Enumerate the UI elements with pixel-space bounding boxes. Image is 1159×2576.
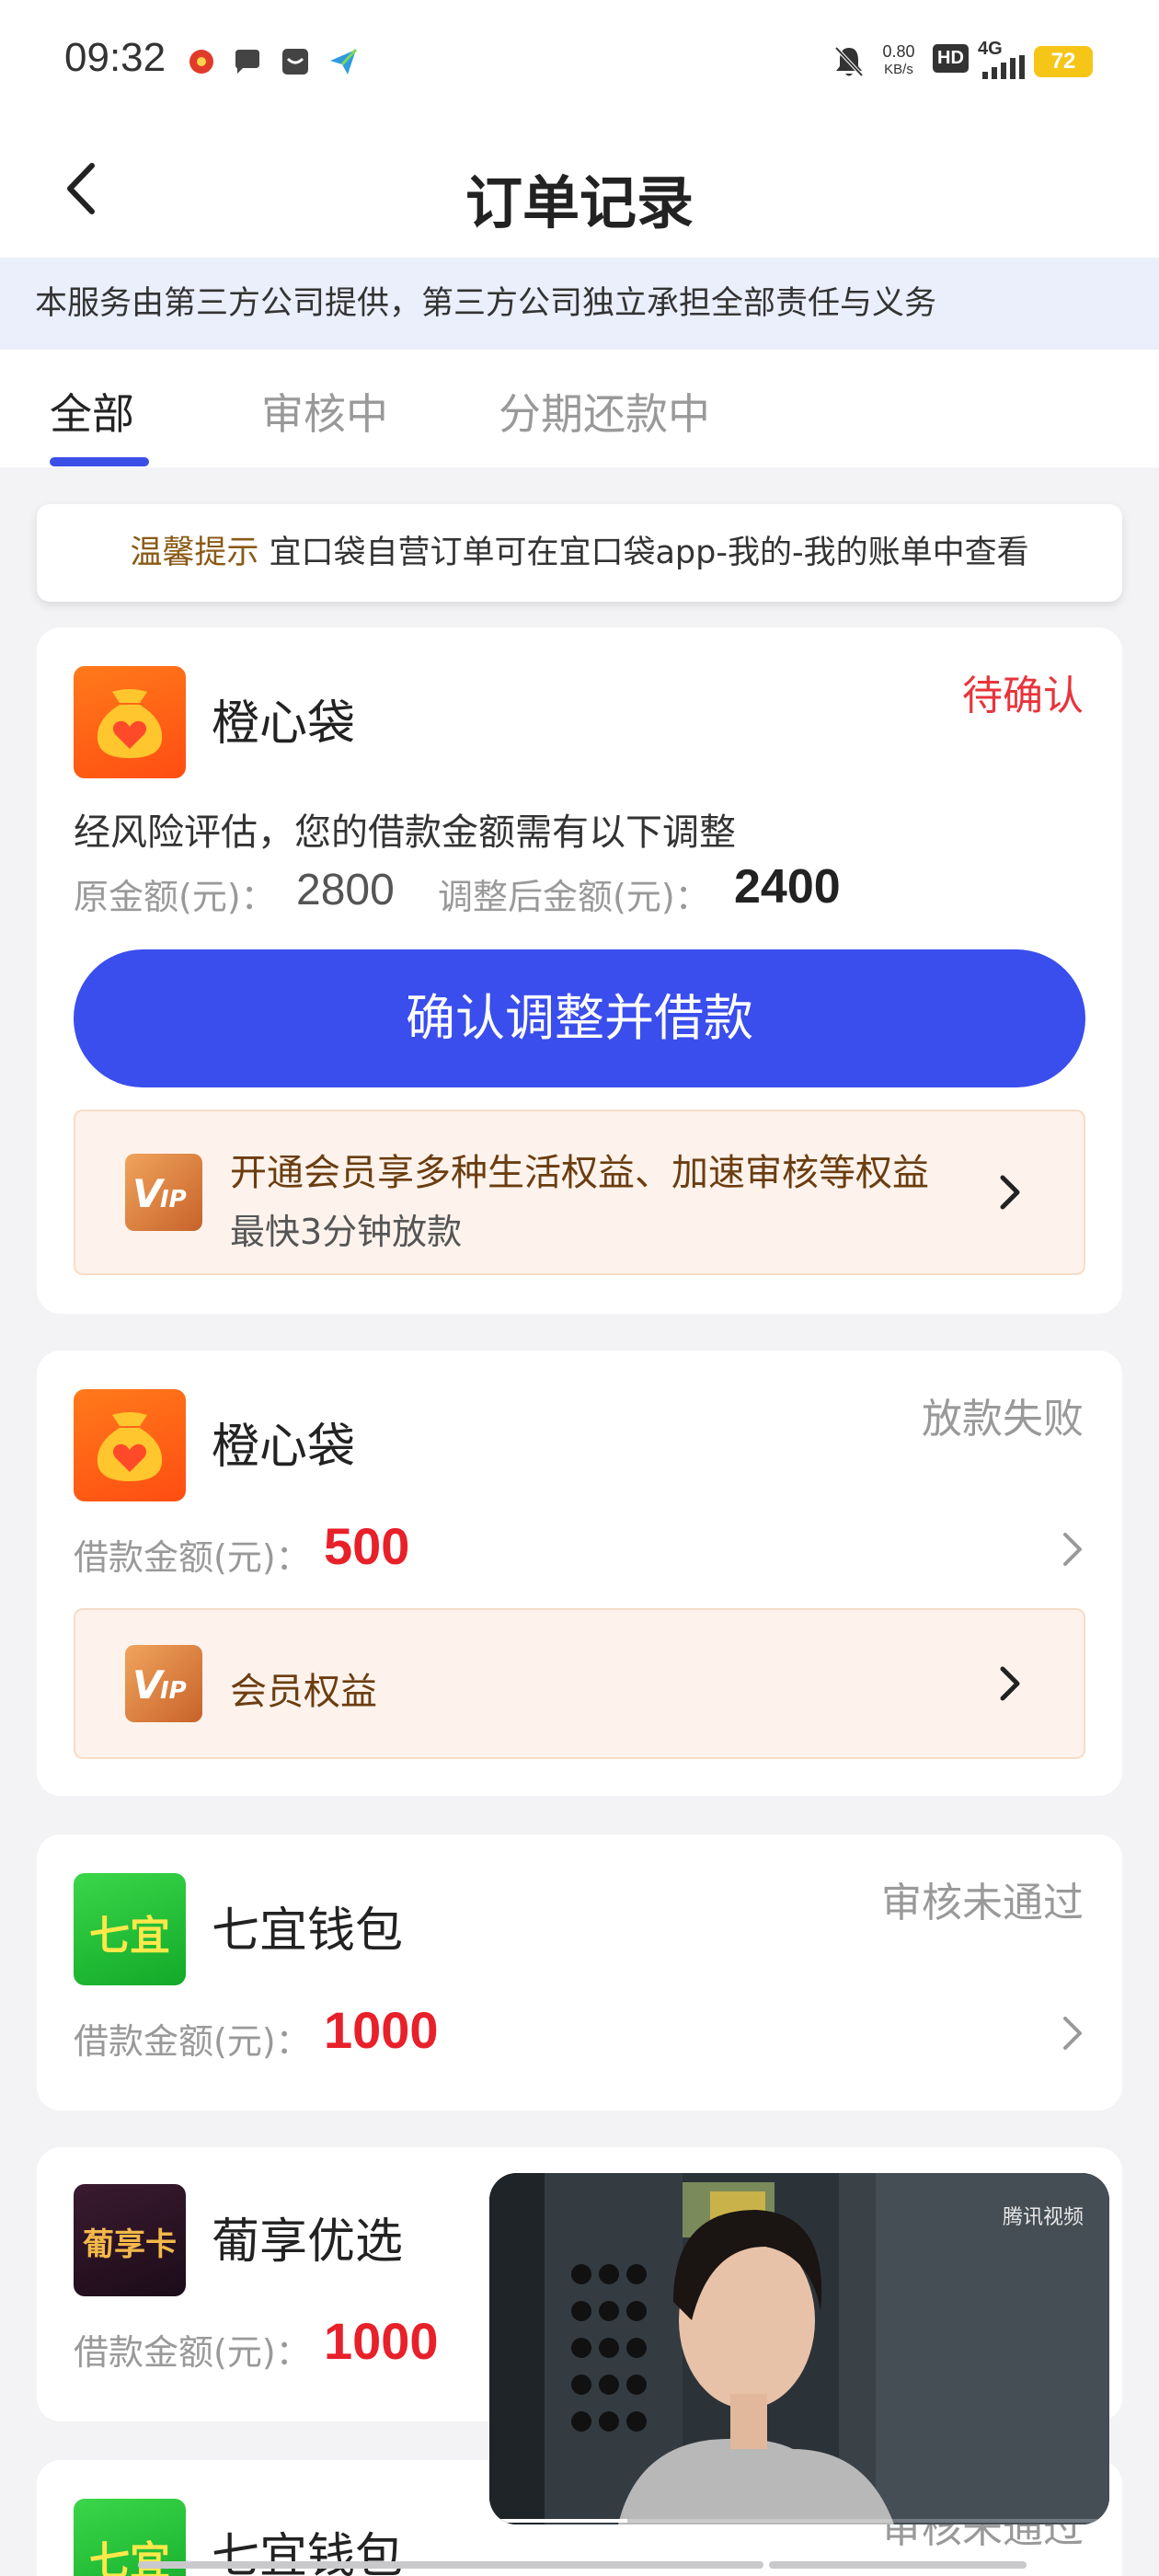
mute-bell-icon	[834, 46, 864, 77]
tab-all[interactable]: 全部	[50, 381, 134, 442]
chevron-right-icon[interactable]	[1058, 1529, 1085, 1570]
video-watermark: 腾讯视频	[1002, 2206, 1084, 2229]
page-title: 订单记录	[465, 169, 694, 236]
order-card[interactable]: 七宜 七宜钱包 审核未通过 借款金额(元)： 1000	[37, 1834, 1122, 2110]
inbox-icon	[282, 49, 308, 75]
order-status: 审核未通过	[881, 1880, 1084, 1926]
adjusted-amount-label: 调整后金额(元)：	[438, 877, 710, 917]
active-tab-indicator	[50, 457, 149, 466]
vip-title: 会员权益	[230, 1671, 377, 1713]
loan-amount-label: 借款金额(元)：	[74, 2332, 311, 2373]
gesture-bar	[138, 2561, 763, 2569]
net-speed: 0.80 KB/s	[878, 42, 919, 79]
floating-video-player[interactable]: 腾讯视频	[489, 2173, 1109, 2524]
message-icon	[235, 50, 259, 74]
status-bar: 09:32 0.80 KB/s HD 4G 72	[0, 0, 1159, 120]
adjusted-amount: 2400	[734, 860, 841, 914]
video-progress-fill	[489, 2519, 627, 2523]
gesture-bar	[769, 2561, 1027, 2569]
net-speed-value: 0.80	[882, 42, 915, 61]
order-status: 待确认	[962, 673, 1084, 719]
page-header: 订单记录	[0, 120, 1159, 258]
tip-banner: 温馨提示 宜口袋自营订单可在宜口袋app-我的-我的账单中查看	[37, 504, 1122, 602]
order-status: 放款失败	[922, 1396, 1084, 1443]
hd-badge: HD	[933, 44, 969, 73]
tip-text: 宜口袋自营订单可在宜口袋app-我的-我的账单中查看	[258, 535, 1029, 571]
loan-amount: 500	[324, 1517, 410, 1575]
vip-icon: V IP	[125, 1154, 202, 1231]
chevron-right-icon	[1000, 1666, 1020, 1701]
order-tabs: 全部 审核中 分期还款中	[0, 350, 1159, 467]
order-card: 橙心袋 待确认 经风险评估，您的借款金额需有以下调整 原金额(元)： 2800 …	[37, 627, 1122, 1314]
battery-indicator: 72	[1034, 46, 1093, 77]
brand-name: 橙心袋	[212, 1420, 356, 1475]
send-app-icon	[330, 48, 358, 75]
tab-installment[interactable]: 分期还款中	[499, 381, 710, 442]
loan-amount-label: 借款金额(元)：	[74, 1537, 311, 1578]
original-amount: 2800	[296, 866, 395, 914]
money-bag-icon	[97, 689, 163, 758]
vip-title: 开通会员享多种生活权益、加速审核等权益	[230, 1152, 929, 1194]
vip-icon: V IP	[125, 1645, 202, 1722]
chevron-right-icon	[1000, 1175, 1020, 1210]
original-amount-label: 原金额(元)：	[74, 877, 276, 917]
brand-name: 橙心袋	[212, 696, 356, 752]
third-party-notice: 本服务由第三方公司提供，第三方公司独立承担全部责任与义务	[0, 258, 1159, 350]
svg-text:IP: IP	[160, 1186, 187, 1213]
svg-text:IP: IP	[160, 1677, 187, 1705]
loan-amount: 1000	[324, 2312, 439, 2370]
orange-bag-logo	[74, 1389, 186, 1501]
loan-amount-label: 借款金额(元)：	[74, 2021, 311, 2062]
logo-text: 葡享卡	[83, 2226, 177, 2263]
qiyi-wallet-logo: 七宜	[74, 1873, 186, 1985]
chevron-right-icon[interactable]	[1058, 2013, 1085, 2053]
status-time: 09:32	[64, 35, 166, 80]
brand-name: 七宜钱包	[212, 1903, 404, 1959]
confirm-adjust-button[interactable]: 确认调整并借款	[74, 949, 1085, 1087]
order-card[interactable]: 橙心袋 放款失败 借款金额(元)： 500 V IP 会员权益	[37, 1351, 1122, 1796]
money-bag-icon	[97, 1412, 163, 1481]
vip-subtitle: 最快3分钟放款	[230, 1212, 463, 1252]
tab-reviewing[interactable]: 审核中	[261, 381, 388, 442]
puxiang-logo: 葡享卡	[74, 2184, 186, 2296]
adjust-description: 经风险评估，您的借款金额需有以下调整	[74, 811, 736, 854]
vip-promo[interactable]: V IP 开通会员享多种生活权益、加速审核等权益 最快3分钟放款	[74, 1110, 1085, 1275]
tip-label: 温馨提示	[130, 535, 259, 571]
net-speed-unit: KB/s	[884, 62, 913, 77]
brand-name: 葡享优选	[212, 2214, 404, 2270]
logo-text: 七宜	[89, 2538, 170, 2576]
app-notification-icon	[189, 50, 213, 74]
vip-benefits[interactable]: V IP 会员权益	[74, 1608, 1085, 1759]
logo-text: 七宜	[89, 1913, 170, 1960]
orange-bag-logo	[74, 666, 186, 778]
loan-amount: 1000	[324, 2001, 439, 2059]
signal-icon	[982, 55, 1025, 79]
